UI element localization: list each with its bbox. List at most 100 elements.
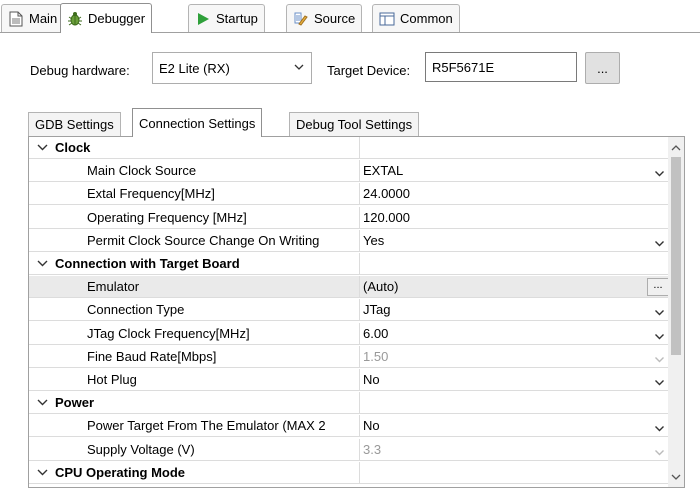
tab-debugger[interactable]: Debugger: [60, 3, 153, 33]
property-row-jtag-clock-frequency-mhz[interactable]: JTag Clock Frequency[MHz] 6.00: [29, 322, 671, 345]
emulator-browse-button[interactable]: ...: [647, 278, 669, 297]
property-name-cell: Extal Frequency[MHz]: [29, 183, 360, 206]
category-name-cell: Power: [29, 392, 360, 415]
property-row-emulator[interactable]: Emulator (Auto)...: [29, 276, 671, 299]
debug-hardware-value: E2 Lite (RX): [159, 60, 230, 76]
source-icon: [293, 11, 309, 27]
chevron-down-icon[interactable]: [654, 373, 665, 394]
chevron-down-icon[interactable]: [654, 350, 665, 371]
property-label: Operating Frequency [MHz]: [87, 209, 247, 225]
tab-main[interactable]: Main: [1, 4, 65, 32]
tab-label: Startup: [216, 11, 258, 26]
expand-chevron-icon[interactable]: [37, 137, 55, 158]
property-label: Emulator: [87, 279, 140, 295]
expand-chevron-icon[interactable]: [37, 253, 55, 274]
category-value-cell: [361, 462, 671, 484]
target-device-input[interactable]: R5F5671E: [425, 52, 577, 82]
category-name-cell: Clock: [29, 137, 360, 159]
property-row-supply-voltage-v[interactable]: Supply Voltage (V) 3.3: [29, 438, 671, 461]
target-device-label: Target Device:: [327, 63, 411, 78]
vertical-scrollbar[interactable]: [668, 137, 684, 487]
tab-label: GDB Settings: [35, 117, 114, 132]
property-value-cell[interactable]: 3.3: [361, 439, 671, 461]
tab-common[interactable]: Common: [372, 4, 460, 32]
property-name-cell: JTag Clock Frequency[MHz]: [29, 322, 360, 345]
file-icon: [8, 11, 24, 27]
expand-chevron-icon[interactable]: [37, 462, 55, 483]
expand-chevron-icon[interactable]: [37, 392, 55, 413]
chevron-down-icon: [293, 61, 305, 76]
tab-label: Debug Tool Settings: [296, 117, 413, 132]
tab-label: Source: [314, 11, 356, 26]
property-row-permit-clock-source-change-on-writing[interactable]: Permit Clock Source Change On Writing Yes: [29, 229, 671, 252]
category-row-clock[interactable]: Clock: [29, 137, 669, 159]
property-value: No: [363, 372, 380, 387]
chevron-down-icon[interactable]: [654, 419, 665, 440]
tab-debug-tool-settings[interactable]: Debug Tool Settings: [289, 112, 420, 136]
tab-label: Connection Settings: [139, 115, 256, 131]
property-label: Extal Frequency[MHz]: [87, 186, 215, 202]
property-name-cell: Operating Frequency [MHz]: [29, 206, 360, 229]
launch-config-tabs: Main Debugger Startup Source Common: [0, 0, 700, 34]
category-label: Power: [55, 395, 95, 411]
property-value-cell[interactable]: JTag: [361, 299, 671, 321]
property-row-hot-plug[interactable]: Hot Plug No: [29, 369, 669, 391]
target-device-value: R5F5671E: [432, 59, 495, 75]
property-name-cell: Power Target From The Emulator (MAX 2: [29, 415, 360, 438]
tab-connection-settings[interactable]: Connection Settings: [132, 108, 263, 137]
property-label: Supply Voltage (V): [87, 441, 195, 457]
chevron-down-icon[interactable]: [654, 164, 665, 185]
property-value-cell[interactable]: EXTAL: [361, 160, 671, 182]
property-name-cell: Emulator: [29, 276, 360, 299]
property-row-main-clock-source[interactable]: Main Clock Source EXTAL: [29, 160, 671, 183]
property-value-cell[interactable]: No: [361, 369, 671, 391]
tab-gdb-settings[interactable]: GDB Settings: [28, 112, 121, 136]
property-name-cell: Main Clock Source: [29, 160, 360, 183]
property-value-cell[interactable]: 6.00: [361, 323, 671, 345]
property-value: 1.50: [363, 348, 389, 364]
property-value: 6.00: [363, 325, 389, 341]
tab-label: Main: [29, 11, 58, 26]
property-row-power-target-from-the-emulator-max-2[interactable]: Power Target From The Emulator (MAX 2 No: [29, 415, 671, 438]
category-value-cell: [361, 253, 671, 275]
category-label: Connection with Target Board: [55, 256, 240, 271]
category-value-cell: [361, 392, 671, 414]
debug-hardware-combo[interactable]: E2 Lite (RX): [152, 52, 312, 84]
bug-icon: [67, 11, 83, 27]
property-value: 120.000: [363, 209, 410, 225]
chevron-down-icon[interactable]: [654, 327, 665, 348]
target-device-browse-button[interactable]: ...: [585, 52, 620, 84]
category-row-connection-with-target-board[interactable]: Connection with Target Board: [29, 253, 669, 275]
tab-startup[interactable]: Startup: [188, 4, 265, 32]
tab-label: Debugger: [88, 11, 146, 26]
property-label: Connection Type: [87, 302, 185, 318]
property-label: Hot Plug: [87, 372, 137, 387]
property-row-operating-frequency-mhz[interactable]: Operating Frequency [MHz] 120.000: [29, 206, 671, 229]
tab-source[interactable]: Source: [286, 4, 363, 32]
chevron-down-icon[interactable]: [654, 234, 665, 255]
chevron-up-icon[interactable]: [671, 140, 681, 155]
property-value-cell[interactable]: 120.000: [361, 207, 671, 229]
property-row-connection-type[interactable]: Connection Type JTag: [29, 299, 671, 322]
property-value-cell[interactable]: No: [361, 415, 671, 437]
scrollbar-thumb[interactable]: [671, 157, 681, 355]
category-label: CPU Operating Mode: [55, 464, 186, 480]
chevron-down-icon[interactable]: [654, 443, 665, 464]
property-value: 3.3: [363, 441, 382, 457]
category-row-cpu-operating-mode[interactable]: CPU Operating Mode: [29, 461, 671, 484]
property-value-cell[interactable]: Yes: [361, 230, 671, 252]
chevron-down-icon[interactable]: [654, 303, 665, 324]
category-name-cell: CPU Operating Mode: [29, 461, 360, 484]
property-row-extal-frequency-mhz[interactable]: Extal Frequency[MHz] 24.0000: [29, 183, 671, 206]
property-row-fine-baud-rate-mbps[interactable]: Fine Baud Rate[Mbps] 1.50: [29, 345, 671, 368]
category-name-cell: Connection with Target Board: [29, 253, 360, 275]
property-label: Permit Clock Source Change On Writing: [87, 232, 320, 248]
property-value-cell[interactable]: 1.50: [361, 346, 671, 368]
property-value-cell[interactable]: 24.0000: [361, 183, 671, 205]
property-value-cell[interactable]: (Auto)...: [361, 276, 671, 298]
chevron-down-icon[interactable]: [671, 469, 681, 484]
category-row-power[interactable]: Power: [29, 392, 671, 415]
property-value: No: [363, 418, 380, 434]
property-name-cell: Permit Clock Source Change On Writing: [29, 229, 360, 252]
property-label: Main Clock Source: [87, 163, 197, 179]
